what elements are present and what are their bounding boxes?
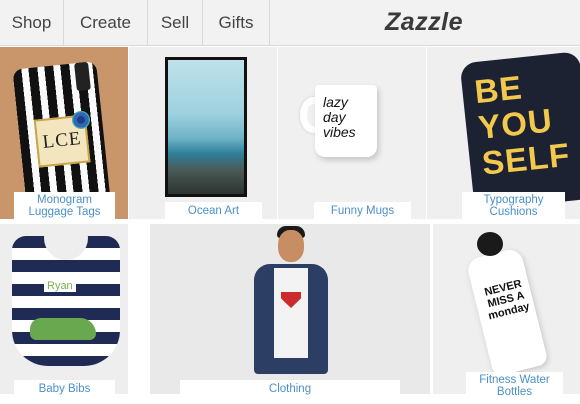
bottle-image: NEVER MISS A monday [465, 247, 549, 377]
nav-shop[interactable]: Shop [0, 0, 64, 46]
mug-print: lazy day vibes [323, 94, 356, 140]
tile-ocean-art[interactable] [129, 47, 277, 219]
bib-print: Ryan [44, 280, 76, 292]
model-head [278, 230, 304, 262]
label-water-bottles[interactable]: Fitness Water Bottles [466, 372, 563, 400]
cushion-print: BE YOU SELF [472, 68, 572, 182]
bottle-cap [477, 232, 503, 256]
top-nav: Shop Create Sell Gifts Zazzle [0, 0, 580, 46]
model-hoodie [274, 268, 308, 358]
label-funny-mugs[interactable]: Funny Mugs [314, 202, 411, 219]
label-typography-cushions[interactable]: Typography Cushions [462, 192, 565, 219]
mug-image: lazy day vibes [315, 85, 377, 157]
ocean-art-image [168, 60, 244, 194]
bib-neck [44, 224, 88, 260]
ocean-art-frame [165, 57, 247, 197]
bib-image: Ryan [12, 224, 120, 366]
tile-water-bottles[interactable]: NEVER MISS A monday [433, 224, 580, 394]
crocodile-icon [30, 318, 96, 340]
zazzle-logo[interactable]: Zazzle [385, 8, 463, 37]
tile-funny-mugs[interactable]: lazy day vibes [278, 47, 426, 219]
tag-strap [74, 61, 91, 92]
cushion-image: BE YOU SELF [459, 51, 580, 211]
tile-baby-bibs[interactable]: Ryan [0, 224, 128, 394]
nav-sell[interactable]: Sell [148, 0, 203, 46]
bottle-print: NEVER MISS A monday [483, 277, 531, 323]
label-baby-bibs[interactable]: Baby Bibs [14, 380, 115, 398]
label-ocean-art[interactable]: Ocean Art [165, 202, 262, 219]
label-luggage-tags[interactable]: Monogram Luggage Tags [14, 192, 115, 219]
tile-clothing[interactable] [150, 224, 430, 394]
nav-gifts[interactable]: Gifts [203, 0, 270, 46]
nav-create[interactable]: Create [64, 0, 148, 46]
label-clothing[interactable]: Clothing [180, 380, 400, 398]
